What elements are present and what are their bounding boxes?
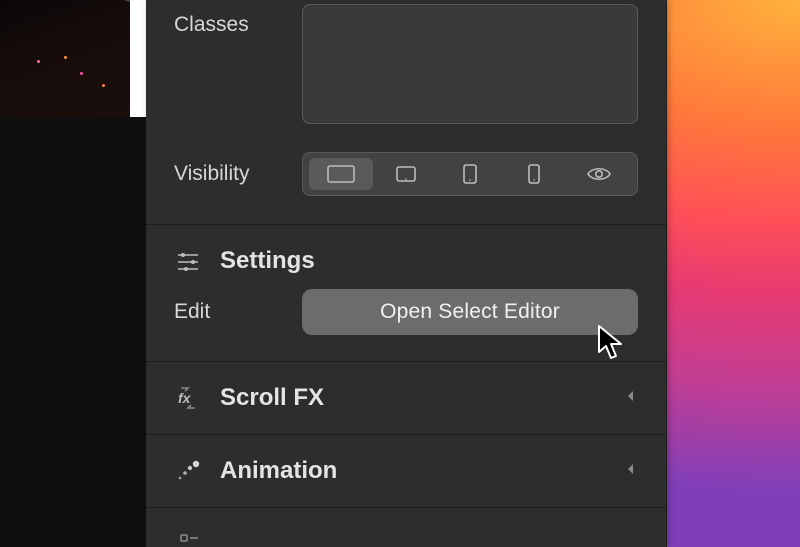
section-title-scroll-fx: Scroll FX — [220, 384, 324, 412]
section-settings: Settings — [146, 225, 666, 289]
eye-icon — [586, 163, 612, 185]
settings-body: Edit Open Select Editor — [146, 289, 666, 362]
section-next-partial[interactable] — [146, 508, 666, 547]
chevron-left-icon — [624, 462, 638, 481]
visibility-phone[interactable] — [502, 158, 566, 190]
chevron-left-icon — [624, 389, 638, 408]
inspector-panel: Classes Visibility — [146, 0, 667, 547]
section-animation[interactable]: Animation — [146, 435, 666, 508]
classes-label: Classes — [174, 8, 284, 38]
visibility-desktop[interactable] — [309, 158, 373, 190]
sliders-icon — [174, 247, 202, 275]
tablet-portrait-icon — [459, 163, 481, 185]
visibility-label: Visibility — [174, 161, 284, 187]
section-scroll-fx[interactable]: fx Scroll FX — [146, 362, 666, 435]
open-select-editor-button[interactable]: Open Select Editor — [302, 289, 638, 335]
section-title-settings: Settings — [220, 247, 315, 275]
tablet-landscape-icon — [395, 163, 417, 185]
visibility-tablet-landscape[interactable] — [373, 158, 437, 190]
document-window — [0, 0, 146, 547]
svg-text:fx: fx — [178, 390, 192, 406]
animation-icon — [174, 457, 202, 485]
visibility-visible-toggle[interactable] — [567, 158, 631, 190]
scroll-fx-icon: fx — [174, 384, 202, 412]
tag-icon — [174, 530, 202, 547]
edit-label: Edit — [174, 299, 284, 325]
phone-icon — [525, 163, 543, 185]
classes-input[interactable] — [302, 4, 638, 124]
canvas-image-preview[interactable] — [0, 0, 130, 120]
visibility-segmented-control — [302, 152, 638, 196]
section-title-animation: Animation — [220, 457, 337, 485]
desktop-icon — [326, 164, 356, 184]
visibility-tablet-portrait[interactable] — [438, 158, 502, 190]
canvas-dark-area — [0, 117, 146, 547]
